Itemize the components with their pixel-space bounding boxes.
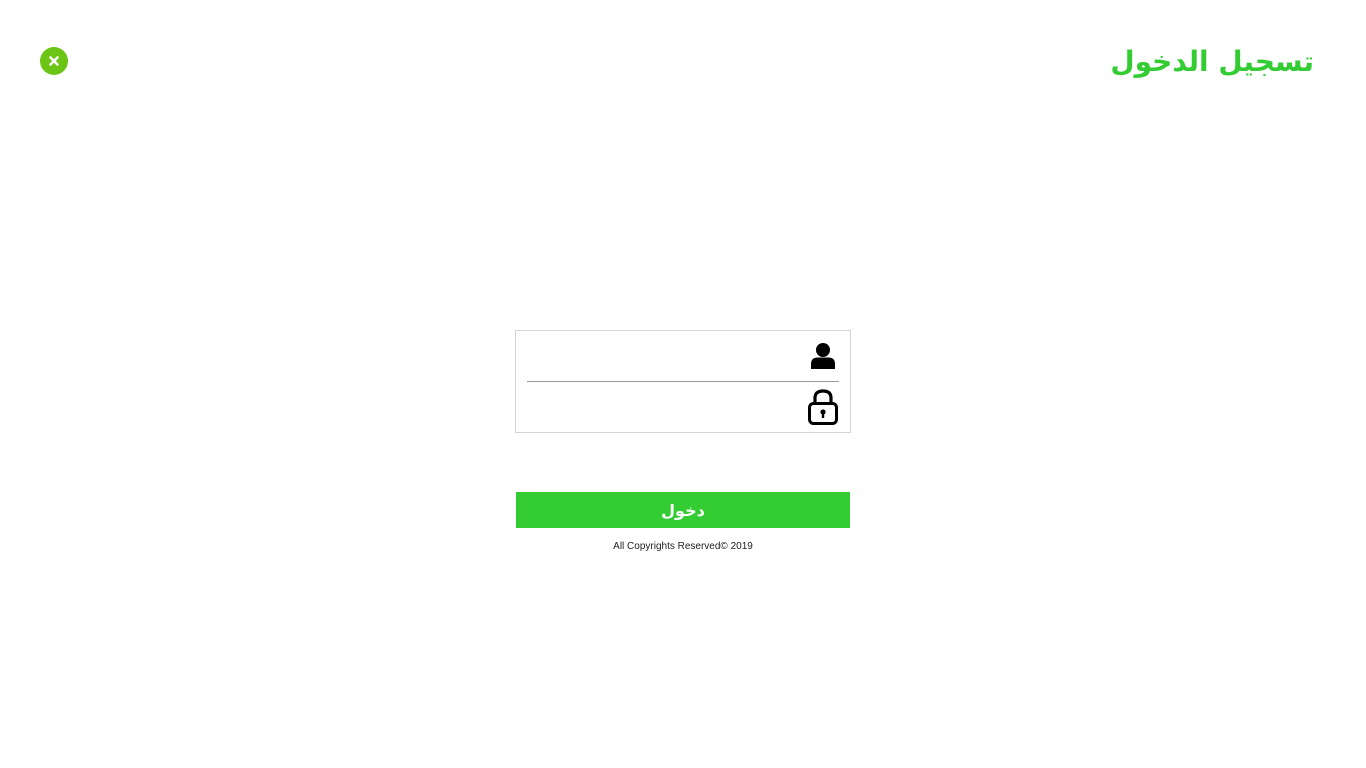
username-input[interactable] — [527, 339, 807, 373]
password-input[interactable] — [527, 390, 807, 424]
login-form — [515, 330, 851, 433]
login-page: تسجيل الدخول دخول All Copyrights Reserve… — [0, 0, 1366, 768]
user-icon — [807, 338, 839, 374]
close-button[interactable] — [40, 47, 68, 75]
close-icon — [49, 56, 59, 66]
lock-icon — [807, 389, 839, 425]
login-button[interactable]: دخول — [516, 492, 850, 528]
copyright-text: All Copyrights Reserved© 2019 — [613, 541, 753, 552]
username-row — [527, 331, 839, 382]
password-row — [527, 382, 839, 432]
page-title: تسجيل الدخول — [1110, 45, 1314, 78]
